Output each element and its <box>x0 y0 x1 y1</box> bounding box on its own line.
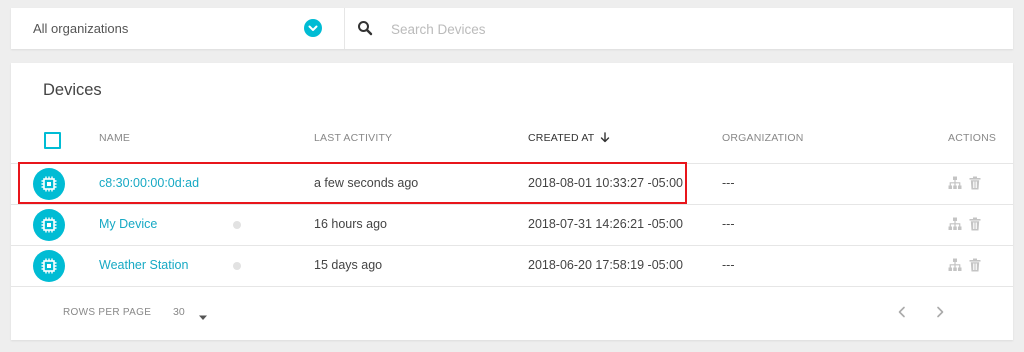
chip-icon <box>33 250 65 282</box>
organization: --- <box>722 217 735 231</box>
trash-icon[interactable] <box>968 176 982 190</box>
chevron-down-icon[interactable] <box>304 19 322 37</box>
column-header-created-at[interactable]: CREATED AT <box>528 132 610 144</box>
chip-icon <box>33 168 65 200</box>
device-name-link[interactable]: Weather Station <box>99 258 188 272</box>
column-header-name[interactable]: NAME <box>99 132 130 144</box>
created-at: 2018-07-31 14:26:21 -05:00 <box>528 217 683 231</box>
page-title: Devices <box>43 81 102 99</box>
last-activity: 16 hours ago <box>314 217 387 231</box>
arrow-down-icon <box>601 132 610 143</box>
status-dot <box>233 262 241 270</box>
search-icon <box>357 20 373 36</box>
chip-icon <box>33 209 65 241</box>
sitemap-icon[interactable] <box>948 258 962 272</box>
chevron-right-icon[interactable] <box>933 305 947 319</box>
devices-card: Devices NAME LAST ACTIVITY CREATED AT OR… <box>11 63 1013 340</box>
column-header-actions: ACTIONS <box>948 132 997 144</box>
status-dot <box>233 221 241 229</box>
table-row[interactable]: My Device 16 hours ago 2018-07-31 14:26:… <box>11 205 1013 246</box>
trash-icon[interactable] <box>968 258 982 272</box>
table-row[interactable]: Weather Station 15 days ago 2018-06-20 1… <box>11 246 1013 287</box>
top-toolbar: All organizations <box>11 8 1013 49</box>
table-row[interactable]: c8:30:00:00:0d:ad a few seconds ago 2018… <box>11 164 1013 205</box>
search-input[interactable] <box>389 17 993 41</box>
select-all-checkbox[interactable] <box>44 132 61 149</box>
device-name-link[interactable]: c8:30:00:00:0d:ad <box>99 176 199 190</box>
chevron-left-icon[interactable] <box>895 305 909 319</box>
column-header-created-at-label: CREATED AT <box>528 132 595 144</box>
organization: --- <box>722 258 735 272</box>
rows-per-page-label: ROWS PER PAGE <box>63 307 152 318</box>
column-header-last-activity[interactable]: LAST ACTIVITY <box>314 132 392 144</box>
caret-down-icon[interactable] <box>198 308 208 326</box>
table-header: NAME LAST ACTIVITY CREATED AT ORGANIZATI… <box>11 118 1013 164</box>
table-footer: ROWS PER PAGE 30 <box>11 288 1013 340</box>
device-name-link[interactable]: My Device <box>99 217 157 231</box>
created-at: 2018-06-20 17:58:19 -05:00 <box>528 258 683 272</box>
column-header-organization[interactable]: ORGANIZATION <box>722 132 804 144</box>
organization-select-label: All organizations <box>33 21 129 36</box>
last-activity: a few seconds ago <box>314 176 419 190</box>
last-activity: 15 days ago <box>314 258 383 272</box>
sitemap-icon[interactable] <box>948 217 962 231</box>
created-at: 2018-08-01 10:33:27 -05:00 <box>528 176 683 190</box>
organization-select[interactable]: All organizations <box>11 8 345 49</box>
organization: --- <box>722 176 735 190</box>
sitemap-icon[interactable] <box>948 176 962 190</box>
trash-icon[interactable] <box>968 217 982 231</box>
rows-per-page-select[interactable]: 30 <box>173 306 185 318</box>
